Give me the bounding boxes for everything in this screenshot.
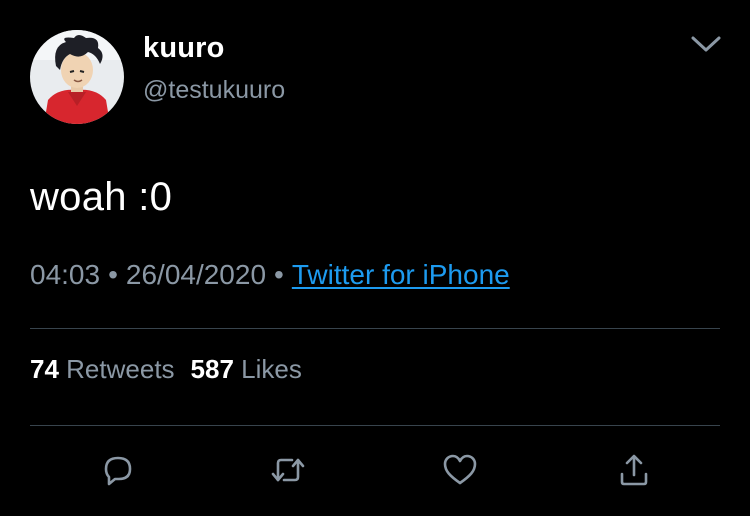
- reply-button[interactable]: [98, 450, 138, 490]
- divider: [30, 328, 720, 329]
- tweet-stats: 74 Retweets 587 Likes: [30, 354, 302, 385]
- divider: [30, 425, 720, 426]
- separator-dot: •: [274, 259, 284, 290]
- likes-label: Likes: [241, 354, 302, 384]
- retweets-count: 74: [30, 354, 59, 384]
- heart-icon: [443, 454, 477, 485]
- tweet-source-link[interactable]: Twitter for iPhone: [292, 259, 510, 290]
- reply-icon: [104, 456, 132, 486]
- tweet-metadata: 04:03 • 26/04/2020 • Twitter for iPhone: [30, 259, 510, 291]
- likes-count: 587: [190, 354, 234, 384]
- retweet-button[interactable]: [268, 450, 308, 490]
- display-name[interactable]: kuuro: [143, 32, 225, 65]
- tweet-text: woah :0: [30, 175, 173, 219]
- share-icon: [620, 454, 648, 486]
- retweets-stat[interactable]: 74 Retweets: [30, 354, 175, 384]
- tweet-detail: kuuro @testukuuro woah :0 04:03 • 26/04/20…: [0, 0, 750, 516]
- separator-dot: •: [108, 259, 118, 290]
- chevron-down-icon[interactable]: [690, 34, 722, 54]
- tweet-date: 26/04/2020: [125, 259, 267, 290]
- tweet-time: 04:03: [30, 259, 101, 290]
- avatar-image: [30, 30, 124, 124]
- avatar[interactable]: [30, 30, 124, 124]
- like-button[interactable]: [440, 450, 480, 490]
- retweet-icon: [271, 458, 305, 482]
- retweets-label: Retweets: [66, 354, 175, 384]
- user-handle[interactable]: @testukuuro: [143, 76, 285, 105]
- likes-stat[interactable]: 587 Likes: [191, 354, 302, 384]
- share-button[interactable]: [614, 450, 654, 490]
